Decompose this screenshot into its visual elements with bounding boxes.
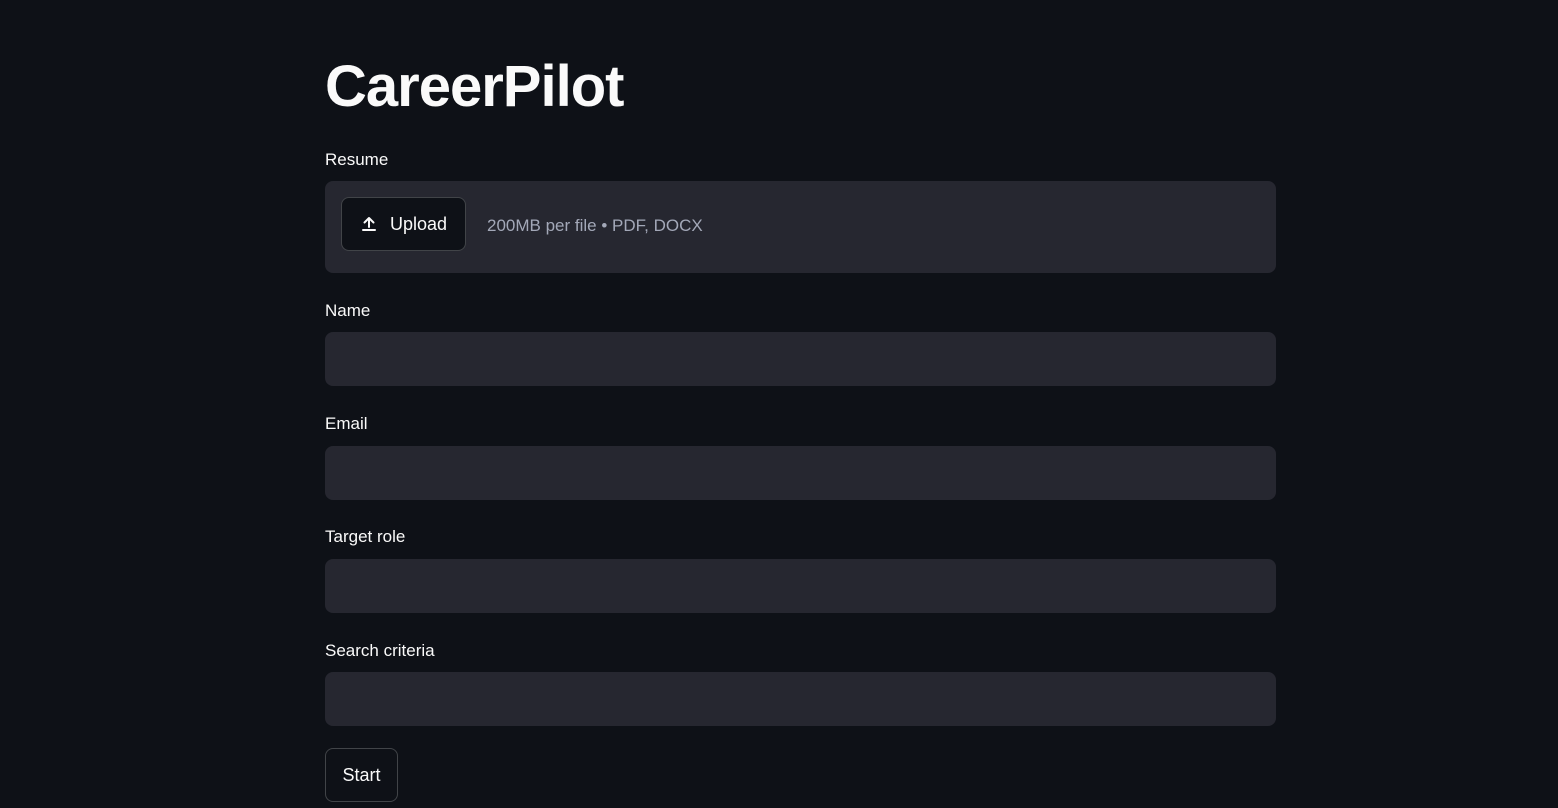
- email-label: Email: [325, 414, 368, 433]
- search-criteria-label: Search criteria: [325, 641, 435, 660]
- resume-label: Resume: [325, 150, 389, 169]
- start-button[interactable]: Start: [325, 748, 398, 802]
- upload-button[interactable]: Upload: [341, 197, 466, 251]
- resume-dropzone[interactable]: Upload 200MB per file • PDF, DOCX: [325, 181, 1276, 273]
- target-role-label: Target role: [325, 527, 406, 546]
- name-input[interactable]: [325, 332, 1276, 386]
- upload-limits-hint: 200MB per file • PDF, DOCX: [487, 216, 703, 235]
- upload-button-label: Upload: [389, 213, 448, 234]
- name-label: Name: [325, 301, 371, 320]
- upload-icon: [360, 215, 378, 233]
- search-criteria-input[interactable]: [325, 672, 1276, 726]
- page-title: CareerPilot: [325, 54, 624, 119]
- email-input[interactable]: [325, 446, 1276, 500]
- target-role-input[interactable]: [325, 559, 1276, 613]
